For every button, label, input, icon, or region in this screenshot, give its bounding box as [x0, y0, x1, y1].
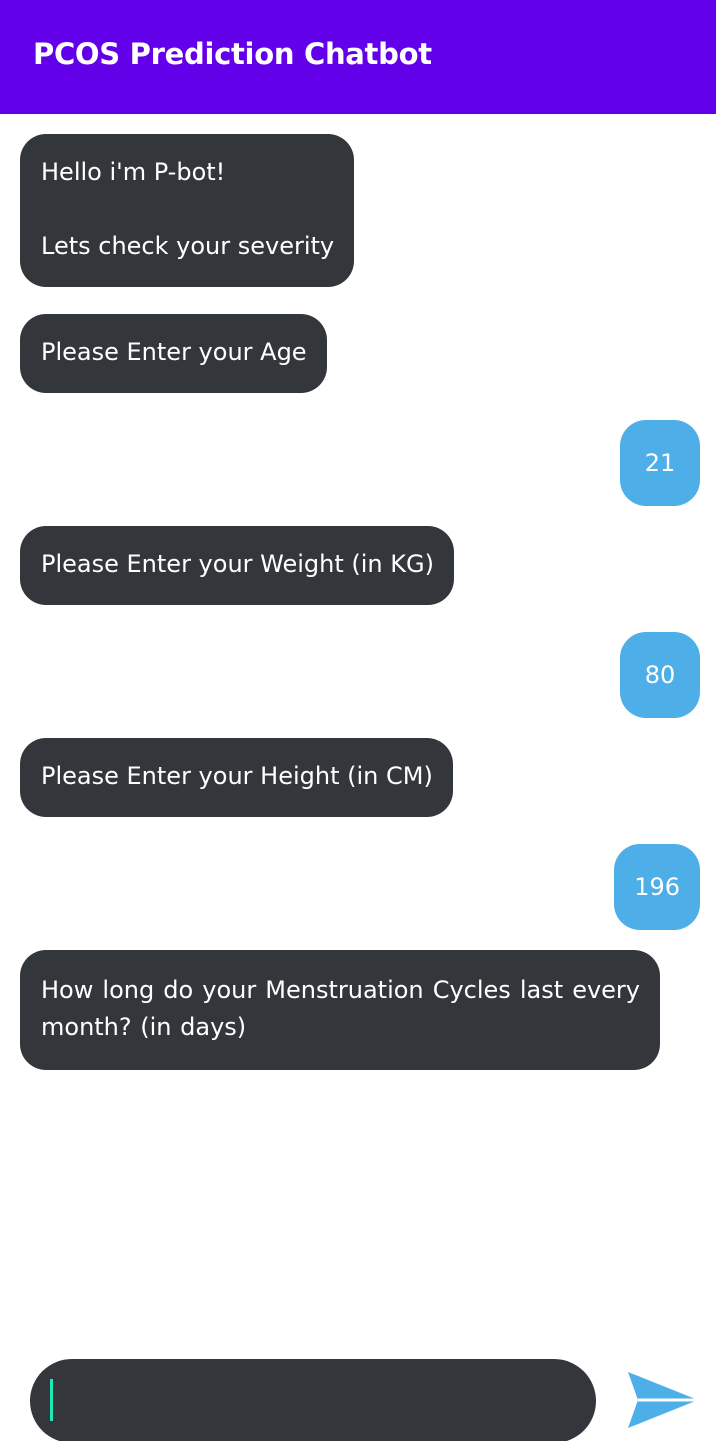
user-message: 196 — [614, 844, 700, 930]
send-arrow-icon — [628, 1372, 698, 1428]
send-button[interactable] — [624, 1368, 700, 1432]
message-input[interactable] — [52, 1377, 572, 1425]
chat-screen: PCOS Prediction Chatbot Hello i'm P-bot!… — [0, 0, 716, 1441]
bot-message: Please Enter your Weight (in KG) — [20, 526, 454, 605]
message-text: Hello i'm P-bot! — [41, 158, 226, 186]
app-bar: PCOS Prediction Chatbot — [0, 0, 716, 114]
message-composer — [30, 1359, 596, 1441]
bot-message: Hello i'm P-bot! Lets check your severit… — [20, 134, 355, 287]
message-text: How long do your Menstruation Cycles las… — [41, 976, 640, 1041]
message-text: 80 — [644, 660, 676, 689]
message-text: Lets check your severity — [41, 232, 335, 260]
user-message: 21 — [620, 420, 700, 506]
bot-message: Please Enter your Height (in CM) — [20, 738, 453, 817]
page-title: PCOS Prediction Chatbot — [33, 37, 432, 71]
bot-message: Please Enter your Age — [20, 314, 327, 393]
message-text: 21 — [644, 448, 676, 477]
message-text: 196 — [634, 872, 680, 901]
message-text: Please Enter your Height (in CM) — [41, 762, 433, 790]
bot-message: How long do your Menstruation Cycles las… — [20, 950, 660, 1070]
message-text: Please Enter your Age — [41, 338, 307, 366]
message-list[interactable]: Hello i'm P-bot! Lets check your severit… — [0, 114, 716, 1344]
message-text: Please Enter your Weight (in KG) — [41, 550, 434, 578]
user-message: 80 — [620, 632, 700, 718]
text-cursor — [50, 1379, 53, 1421]
